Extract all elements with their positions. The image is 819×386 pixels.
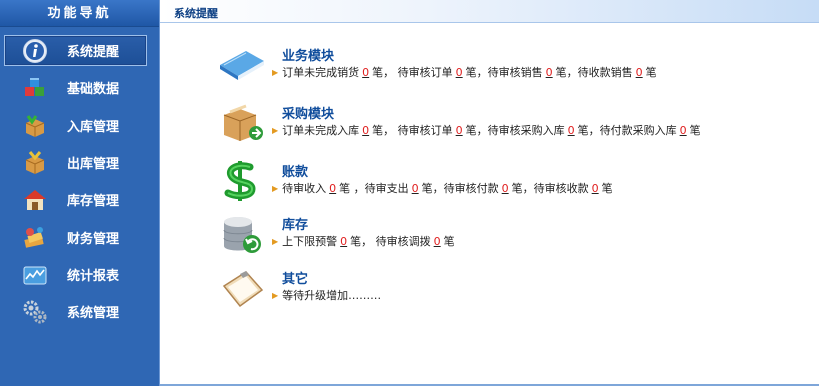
summary-text: 笔，待审核采购入库: [465, 124, 565, 137]
sidebar-item-outbound[interactable]: 出库管理: [0, 144, 159, 181]
sidebar-item-label: 系统管理: [67, 306, 120, 322]
sidebar-item-inbound[interactable]: 入库管理: [0, 107, 159, 144]
pending-count[interactable]: 0: [453, 124, 466, 137]
pending-count[interactable]: 0: [677, 124, 690, 137]
pending-count[interactable]: 0: [326, 182, 339, 195]
summary-text: 笔， 待审核订单: [372, 124, 453, 137]
module-title[interactable]: 采购模块: [282, 103, 334, 122]
warehouse-icon: [24, 190, 46, 211]
module-summary: ▶ 待审收入 0 笔 ，待审支出 0 笔，待审核付款 0 笔，待审核收款 0 笔: [272, 180, 613, 196]
sidebar: 功能导航 系统提醒 基础数据 入库管理 出库管理 库存管理 财务管理 统计报表 …: [0, 0, 159, 386]
module-summary: ▶ 订单未完成销货 0 笔， 待审核订单 0 笔，待审核销售 0 笔，待收款销售 0 笔: [272, 64, 657, 80]
box-in-icon: [25, 114, 45, 137]
module-summary: ▶ 上下限预警 0 笔， 待审核调拨 0 笔: [272, 233, 455, 249]
clipboard-icon: [222, 271, 264, 308]
main-panel: 系统提醒 业务模块 ▶ 订单未完成销货 0 笔， 待审核订单 0 笔，待审核销售 0 笔，待收…: [159, 0, 819, 386]
sidebar-item-system-settings[interactable]: 系统管理: [0, 293, 159, 330]
sidebar-item-system-reminder[interactable]: 系统提醒: [0, 32, 159, 69]
module-business: 业务模块 ▶ 订单未完成销货 0 笔， 待审核订单 0 笔，待审核销售 0 笔，待收款销售 0 笔: [218, 43, 818, 91]
bullet-arrow-icon: ▶: [272, 237, 279, 246]
pending-count[interactable]: 0: [359, 66, 372, 79]
purchase-box-icon: [223, 104, 263, 141]
summary-text: 笔，待审核付款: [421, 182, 499, 195]
info-icon: [23, 39, 47, 63]
sidebar-item-label: 基础数据: [67, 82, 120, 98]
summary-text: 订单未完成销货: [282, 66, 360, 79]
summary-text: 笔， 待审核调拨: [350, 235, 431, 248]
summary-text: 等待升级增加………: [282, 289, 382, 302]
pending-count[interactable]: 0: [633, 66, 646, 79]
gears-icon: [23, 300, 47, 324]
pending-count[interactable]: 0: [499, 182, 512, 195]
module-title[interactable]: 账款: [282, 161, 308, 180]
summary-text: 笔 ，待审支出: [339, 182, 409, 195]
summary-text: 笔: [443, 235, 455, 248]
sidebar-item-label: 出库管理: [67, 157, 120, 173]
sidebar-item-reports[interactable]: 统计报表: [0, 256, 159, 293]
sidebar-item-basic-data[interactable]: 基础数据: [0, 69, 159, 106]
box-out-icon: [25, 150, 45, 174]
summary-text: 笔， 待审核订单: [372, 66, 453, 79]
sidebar-item-label: 系统提醒: [67, 45, 120, 61]
summary-text: 笔，待付款采购入库: [577, 124, 677, 137]
pending-count[interactable]: 0: [431, 235, 444, 248]
bullet-arrow-icon: ▶: [272, 68, 279, 77]
summary-text: 笔: [645, 66, 657, 79]
sidebar-item-label: 入库管理: [67, 119, 120, 135]
module-title[interactable]: 业务模块: [282, 45, 334, 64]
dollar-icon: [224, 161, 256, 201]
summary-text: 笔: [689, 124, 701, 137]
bullet-arrow-icon: ▶: [272, 126, 279, 135]
sidebar-header: 功能导航: [0, 0, 159, 27]
sidebar-item-label: 统计报表: [67, 268, 120, 284]
bullet-arrow-icon: ▶: [272, 184, 279, 193]
module-title[interactable]: 库存: [282, 214, 308, 233]
module-inventory: 库存 ▶ 上下限预警 0 笔， 待审核调拨 0 笔: [218, 212, 818, 260]
main-header: 系统提醒: [160, 0, 819, 23]
summary-text: 笔，待收款销售: [555, 66, 633, 79]
sidebar-item-finance[interactable]: 财务管理: [0, 218, 159, 255]
pending-count[interactable]: 0: [543, 66, 556, 79]
summary-text: 上下限预警: [282, 235, 338, 248]
money-icon: [24, 227, 44, 249]
pending-count[interactable]: 0: [409, 182, 422, 195]
module-purchase: 采购模块 ▶ 订单未完成入库 0 笔， 待审核订单 0 笔，待审核采购入库 0 笔，待付款采购…: [218, 101, 818, 149]
page-title: 系统提醒: [174, 7, 218, 20]
bullet-arrow-icon: ▶: [272, 291, 279, 300]
module-summary: ▶ 订单未完成入库 0 笔， 待审核订单 0 笔，待审核采购入库 0 笔，待付款采购入库 0 笔: [272, 122, 701, 138]
pending-count[interactable]: 0: [565, 124, 578, 137]
module-title[interactable]: 其它: [282, 268, 308, 287]
module-other: 其它 ▶ 等待升级增加………: [218, 266, 818, 314]
pending-count[interactable]: 0: [359, 124, 372, 137]
cubes-icon: [25, 78, 44, 97]
summary-text: 笔，待审核销售: [465, 66, 543, 79]
chart-icon: [23, 266, 47, 285]
database-icon: [223, 217, 261, 253]
pending-count[interactable]: 0: [589, 182, 602, 195]
summary-text: 笔，待审核收款: [511, 182, 589, 195]
summary-text: 订单未完成入库: [282, 124, 360, 137]
pending-count[interactable]: 0: [337, 235, 350, 248]
sidebar-item-inventory[interactable]: 库存管理: [0, 181, 159, 218]
sidebar-item-label: 财务管理: [67, 231, 120, 247]
module-accounts: 账款 ▶ 待审收入 0 笔 ，待审支出 0 笔，待审核付款 0 笔，待审核收款 0 笔: [218, 159, 818, 207]
module-summary: ▶ 等待升级增加………: [272, 287, 381, 303]
summary-text: 笔: [601, 182, 613, 195]
sidebar-item-label: 库存管理: [67, 194, 120, 210]
sidebar-nav: 系统提醒 基础数据 入库管理 出库管理 库存管理 财务管理 统计报表 系统管理: [0, 32, 159, 330]
book-icon: [220, 51, 264, 80]
summary-text: 待审收入: [282, 182, 327, 195]
pending-count[interactable]: 0: [453, 66, 466, 79]
